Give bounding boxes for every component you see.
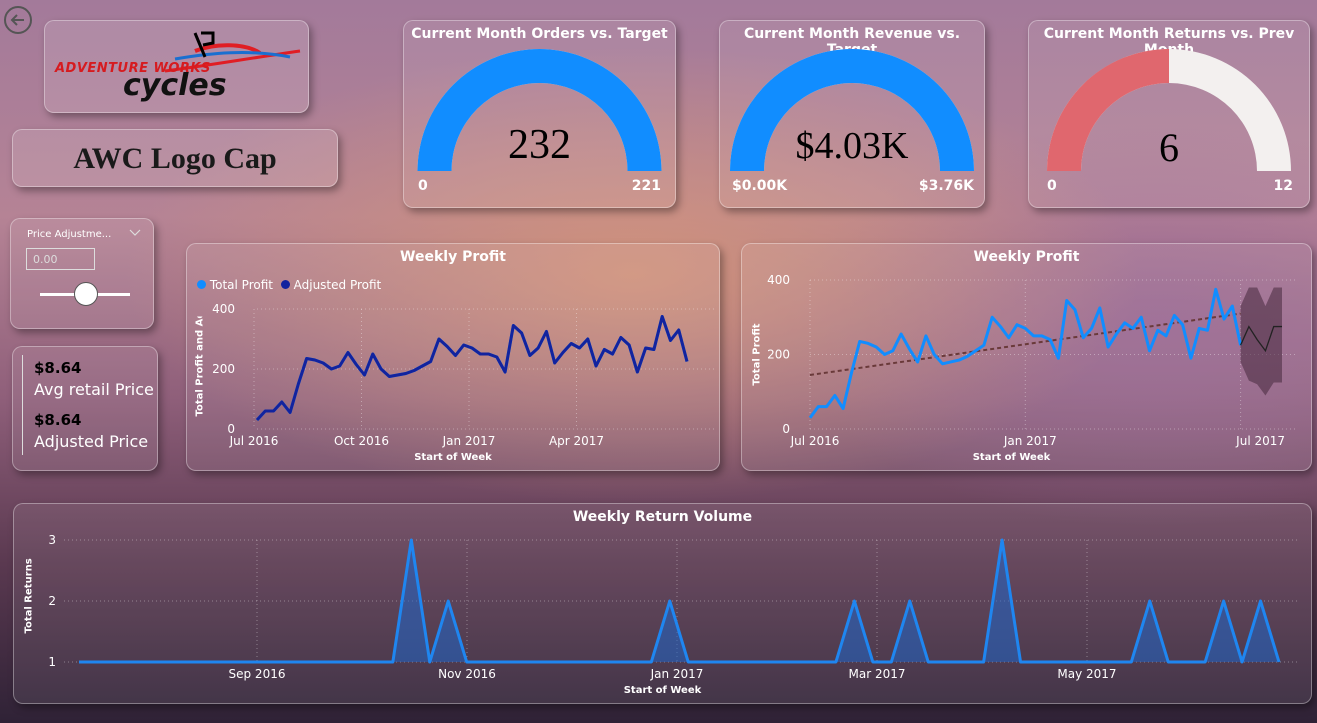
x-tick-label: Oct 2016 <box>334 434 389 448</box>
weekly-return-volume-chart[interactable]: Weekly Return Volume Total Returns Start… <box>13 503 1312 704</box>
y-tick-label: 400 <box>212 302 235 316</box>
product-title: AWC Logo Cap <box>73 142 277 175</box>
x-tick-label: Sep 2016 <box>229 667 286 681</box>
avg-retail-price-label: Avg retail Price <box>34 380 154 399</box>
y-tick-label: 2 <box>48 594 56 608</box>
slicer-value-input[interactable]: 0.00 <box>26 248 95 270</box>
series-line-adjusted-profit <box>255 315 689 422</box>
price-kpi-card: $8.64 Avg retail Price $8.64 Adjusted Pr… <box>12 346 158 471</box>
x-tick-label: Jul 2017 <box>1235 434 1285 448</box>
x-tick-label: Jan 2017 <box>1003 434 1057 448</box>
x-tick-label: Mar 2017 <box>849 667 906 681</box>
series-line-total-profit <box>255 315 689 422</box>
trend-line <box>809 312 1241 376</box>
y-tick-label: 3 <box>48 533 56 547</box>
logo-card: ADVENTURE WORKS cycles <box>44 20 309 113</box>
x-tick-label: Jan 2017 <box>442 434 496 448</box>
x-tick-label: Apr 2017 <box>549 434 604 448</box>
x-tick-label: May 2017 <box>1057 667 1116 681</box>
gauge-value: 6 <box>1159 125 1179 170</box>
back-arrow-icon <box>4 6 32 34</box>
price-adjustment-slicer[interactable]: Price Adjustme... 0.00 <box>10 218 154 329</box>
gauge-max: 221 <box>631 178 661 194</box>
gauge-min: 0 <box>1047 178 1057 194</box>
avg-retail-price-value: $8.64 <box>34 359 82 377</box>
weekly-profit-forecast-chart[interactable]: Weekly Profit Total Profit Start of Week… <box>741 243 1312 471</box>
gauge-max: 12 <box>1273 178 1293 194</box>
series-area-total-returns <box>79 540 1279 662</box>
chart-plot-area: 0200400Jul 2016 Oct 2016 Jan 2017 Apr 2017 <box>212 302 717 448</box>
y-tick-label: 200 <box>212 362 235 376</box>
adjusted-price-label: Adjusted Price <box>34 432 149 451</box>
x-tick-label: Jul 2016 <box>229 434 279 448</box>
chevron-down-icon[interactable] <box>11 219 155 330</box>
y-tick-label: 400 <box>767 273 790 287</box>
x-tick-label: Jan 2017 <box>650 667 704 681</box>
orders-gauge-card[interactable]: Current Month Orders vs. Target 232 0 22… <box>403 20 676 208</box>
gauge-value: 232 <box>508 122 571 168</box>
chart-plot-area: 0 200 400 Jul 2016 Jan 2017 Jul 2017 <box>767 273 1297 448</box>
adjusted-price-value: $8.64 <box>34 411 82 429</box>
chart-plot-area: 1 2 3 Sep 2016 Nov 2016 Jan 2017 Mar 2017 May 2… <box>48 533 1299 681</box>
gauge-min: $0.00K <box>732 178 788 194</box>
slider-handle[interactable] <box>74 282 98 306</box>
revenue-gauge-card[interactable]: Current Month Revenue vs. Target $4.03K … <box>719 20 985 208</box>
gauge-min: 0 <box>418 178 428 194</box>
x-tick-label: Nov 2016 <box>438 667 496 681</box>
y-tick-label: 200 <box>767 348 790 362</box>
y-tick-label: 0 <box>782 422 790 436</box>
back-button[interactable] <box>3 5 33 35</box>
x-tick-label: Jul 2016 <box>790 434 840 448</box>
y-tick-label: 1 <box>48 655 56 669</box>
forecast-band <box>1240 287 1282 396</box>
product-title-card: AWC Logo Cap <box>12 129 338 187</box>
kpi-divider <box>22 355 23 455</box>
gauge-value: $4.03K <box>795 125 909 167</box>
returns-gauge-card[interactable]: Current Month Returns vs. Prev Month 6 0… <box>1028 20 1310 208</box>
logo-text-cycles: cycles <box>123 68 227 103</box>
gauge-max: $3.76K <box>918 178 974 194</box>
weekly-profit-chart[interactable]: Weekly Profit Total Profit Adjusted Prof… <box>186 243 720 471</box>
gauge-arc <box>1047 49 1291 171</box>
